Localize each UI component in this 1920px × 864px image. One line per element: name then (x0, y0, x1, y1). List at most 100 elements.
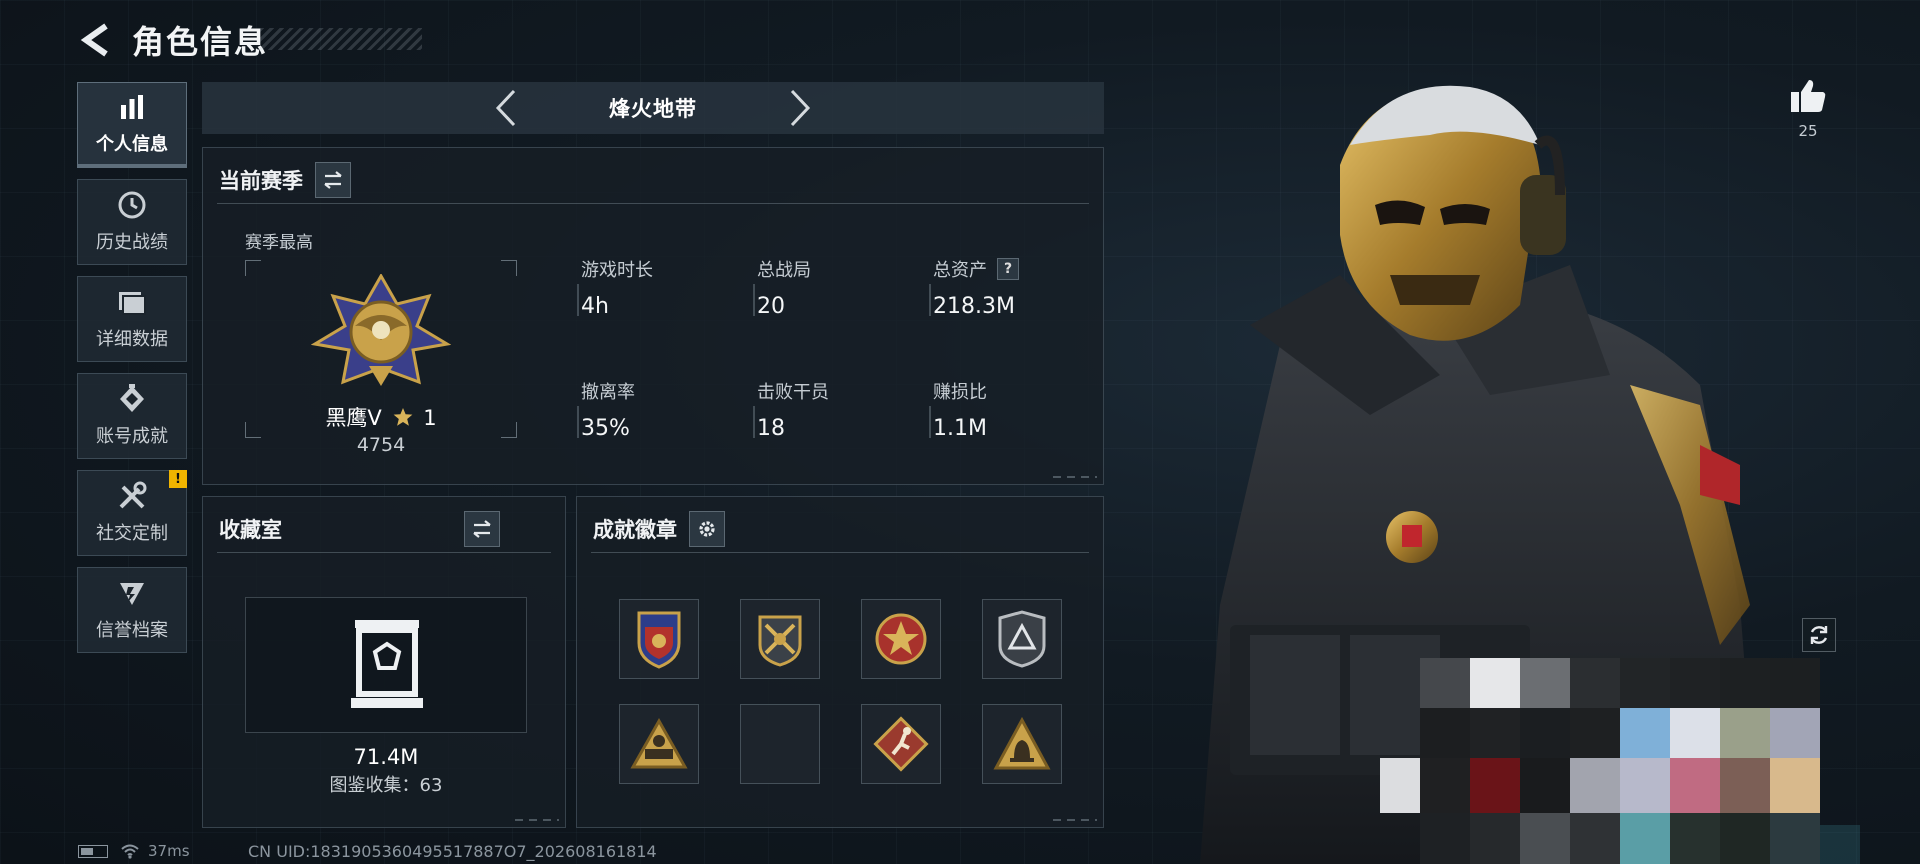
stat-value: 218.3M (933, 294, 1015, 319)
achievement-badge[interactable] (861, 599, 941, 679)
gold-triangle-badge-icon (630, 717, 688, 769)
rank-star-count: 1 (423, 406, 437, 430)
sidebar-item-social[interactable]: ! 社交定制 (77, 470, 187, 556)
achievements-header: 成就徽章 (593, 511, 725, 547)
stat-value: 1.1M (933, 416, 987, 441)
like-button[interactable] (1788, 78, 1828, 118)
rank-emblem-icon (311, 274, 451, 386)
achievements-title: 成就徽章 (593, 518, 677, 542)
swap-icon (324, 171, 342, 189)
stat-total-assets: 总资产 ? 218.3M (929, 256, 1019, 319)
back-button[interactable] (78, 20, 114, 60)
achievement-icon (117, 384, 147, 414)
help-icon[interactable]: ? (997, 258, 1019, 280)
rank-score: 4754 (356, 434, 406, 456)
mode-selector: 烽火地带 (202, 82, 1104, 134)
folder-icon (117, 287, 147, 317)
season-swap-button[interactable] (315, 162, 351, 198)
pixelated-region (1380, 658, 1840, 864)
rotate-model-button[interactable] (1802, 618, 1836, 652)
achievements-divider (591, 552, 1089, 553)
sidebar-item-history[interactable]: 历史战绩 (77, 179, 187, 265)
sidebar-item-personal-info[interactable]: 个人信息 (77, 82, 187, 168)
sidebar: 个人信息 历史战绩 详细数据 账号成就 ! 社交定制 信誉档案 (77, 82, 187, 664)
achievements-panel: 成就徽章 (576, 496, 1104, 828)
collection-panel[interactable]: 收藏室 71.4M 图鉴收集：63 (202, 496, 566, 828)
season-panel: 当前赛季 赛季最高 黑鹰V 1 4754 游戏时长 4h 总战局 20 总资产 … (202, 147, 1104, 485)
stat-label: 总资产 (933, 260, 987, 281)
chevron-right-icon (790, 89, 811, 127)
header: 角色信息 (78, 18, 268, 62)
stat-label: 总战局 (757, 260, 811, 281)
chevron-left-icon (495, 89, 516, 127)
page-title: 角色信息 (132, 23, 269, 61)
triangle-shield-badge-icon (998, 610, 1046, 668)
badge-grid (619, 599, 1062, 784)
crossed-weapons-badge-icon (758, 615, 802, 667)
season-divider (217, 203, 1089, 204)
collection-count: 图鉴收集：63 (329, 775, 443, 796)
stat-value: 35% (581, 416, 630, 441)
sidebar-item-achievements[interactable]: 账号成就 (77, 373, 187, 459)
back-arrow-icon (80, 23, 108, 57)
stat-playtime: 游戏时长 4h (577, 256, 653, 319)
stat-operators-defeated: 击败干员 18 (753, 378, 829, 441)
credit-icon (117, 578, 147, 608)
panel-corner-deco (515, 819, 559, 821)
mode-next-button[interactable] (780, 88, 820, 128)
swap-icon (473, 520, 491, 538)
stat-value: 18 (757, 416, 785, 441)
collection-header: 收藏室 (219, 511, 500, 547)
stat-label: 撤离率 (581, 382, 635, 403)
collection-swap-button[interactable] (464, 511, 500, 547)
collection-preview (245, 597, 527, 733)
collection-title: 收藏室 (219, 518, 282, 542)
panel-corner-deco (1053, 476, 1097, 478)
stat-value: 20 (757, 294, 785, 319)
star-medal-badge-icon (875, 613, 927, 665)
title-decoration (260, 28, 422, 50)
rank-name: 黑鹰V 1 (245, 402, 517, 432)
sidebar-item-label: 账号成就 (96, 426, 168, 447)
rotate-icon (1810, 626, 1828, 644)
achievement-badge[interactable] (740, 599, 820, 679)
stat-label-row: 总资产 ? (933, 256, 1019, 282)
mode-title: 烽火地带 (609, 97, 697, 121)
tools-icon (117, 481, 147, 511)
runner-badge-icon (873, 716, 929, 772)
achievement-badge[interactable] (861, 704, 941, 784)
collection-value: 71.4M (353, 745, 419, 769)
stat-value: 4h (581, 294, 609, 319)
achievement-badge-empty[interactable] (740, 704, 820, 784)
alert-badge: ! (169, 470, 187, 488)
achievement-badge[interactable] (982, 599, 1062, 679)
achievement-badge[interactable] (619, 704, 699, 784)
shield-badge-icon (637, 611, 681, 669)
sidebar-item-label: 详细数据 (96, 329, 168, 350)
sidebar-item-label: 信誉档案 (96, 620, 168, 641)
stat-label: 击败干员 (757, 382, 829, 403)
bar-chart-icon (117, 92, 147, 122)
achievement-badge[interactable] (619, 599, 699, 679)
display-case-icon (351, 620, 423, 708)
player-uid: CN UID:1831905360495517887O7_20260816181… (248, 842, 657, 861)
panel-corner-deco (1053, 819, 1097, 821)
sidebar-item-credit[interactable]: 信誉档案 (77, 567, 187, 653)
season-best-label: 赛季最高 (245, 233, 313, 253)
ping-text: 37ms (148, 842, 190, 860)
bell-triangle-badge-icon (993, 716, 1051, 770)
star-icon (393, 408, 412, 426)
stat-label: 赚损比 (933, 382, 987, 403)
achievement-badge[interactable] (982, 704, 1062, 784)
gear-icon (699, 521, 715, 537)
wifi-icon (121, 844, 139, 859)
achievements-settings-button[interactable] (689, 511, 725, 547)
sidebar-item-label: 社交定制 (96, 523, 168, 544)
stat-profit-loss-ratio: 赚损比 1.1M (929, 378, 987, 441)
mode-prev-button[interactable] (486, 88, 526, 128)
sidebar-item-details[interactable]: 详细数据 (77, 276, 187, 362)
stat-extraction-rate: 撤离率 35% (577, 378, 635, 441)
stat-total-matches: 总战局 20 (753, 256, 811, 319)
thumbs-up-icon (1791, 80, 1826, 112)
sidebar-item-label: 个人信息 (96, 133, 168, 155)
